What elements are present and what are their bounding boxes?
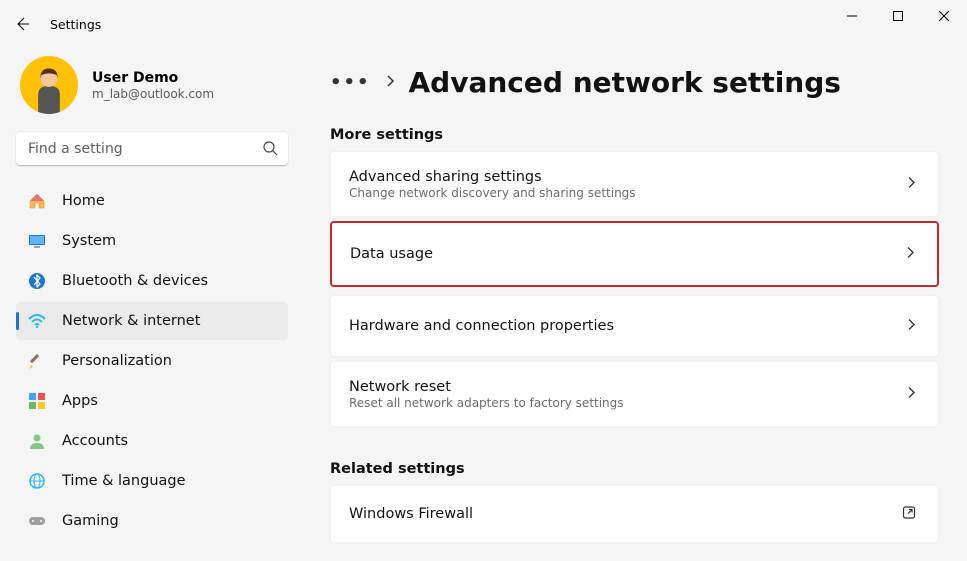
sidebar-item-bluetooth[interactable]: Bluetooth & devices	[16, 262, 288, 300]
sidebar-item-label: Gaming	[62, 513, 119, 529]
sidebar-item-home[interactable]: Home	[16, 182, 288, 220]
maximize-icon	[893, 11, 903, 21]
sidebar-item-gaming[interactable]: Gaming	[16, 502, 288, 540]
breadcrumb-parent[interactable]: •••	[330, 72, 371, 93]
main-panel: ••• Advanced network settings More setti…	[300, 48, 967, 561]
chevron-right-icon	[905, 245, 915, 264]
profile-email: m_lab@outlook.com	[92, 87, 214, 101]
back-button[interactable]	[0, 2, 44, 46]
page-title: Advanced network settings	[409, 66, 841, 99]
personalization-icon	[28, 352, 46, 370]
close-icon	[939, 11, 949, 21]
search-box	[16, 132, 288, 166]
card-title: Hardware and connection properties	[349, 318, 614, 334]
home-icon	[28, 192, 46, 210]
system-icon	[28, 232, 46, 250]
card-hardware-properties[interactable]: Hardware and connection properties	[330, 295, 939, 357]
card-network-reset[interactable]: Network reset Reset all network adapters…	[330, 361, 939, 427]
sidebar-item-system[interactable]: System	[16, 222, 288, 260]
sidebar-item-accounts[interactable]: Accounts	[16, 422, 288, 460]
bluetooth-icon	[28, 272, 46, 290]
sidebar-item-label: Personalization	[62, 353, 172, 369]
section-more-settings: More settings	[330, 127, 939, 143]
sidebar-item-label: Home	[62, 193, 105, 209]
sidebar-item-label: Bluetooth & devices	[62, 273, 208, 289]
maximize-button[interactable]	[875, 0, 921, 32]
open-external-icon	[902, 505, 916, 524]
apps-icon	[28, 392, 46, 410]
sidebar-item-label: Apps	[62, 393, 98, 409]
gaming-icon	[28, 512, 46, 530]
search-icon	[262, 140, 278, 156]
chevron-right-icon	[906, 317, 916, 336]
sidebar-item-label: Time & language	[62, 473, 186, 489]
sidebar-item-apps[interactable]: Apps	[16, 382, 288, 420]
section-related-settings: Related settings	[330, 461, 939, 477]
card-title: Windows Firewall	[349, 506, 473, 522]
app-title: Settings	[50, 17, 101, 32]
content-root: User Demo m_lab@outlook.com Home System	[0, 48, 967, 561]
wifi-icon	[28, 312, 46, 330]
sidebar-item-label: System	[62, 233, 116, 249]
accounts-icon	[28, 432, 46, 450]
profile-text: User Demo m_lab@outlook.com	[92, 70, 214, 101]
card-subtitle: Reset all network adapters to factory se…	[349, 396, 624, 410]
minimize-icon	[847, 11, 857, 21]
profile-name: User Demo	[92, 70, 214, 86]
back-arrow-icon	[14, 16, 30, 32]
minimize-button[interactable]	[829, 0, 875, 32]
card-advanced-sharing[interactable]: Advanced sharing settings Change network…	[330, 151, 939, 217]
card-data-usage[interactable]: Data usage	[330, 221, 939, 287]
chevron-right-icon	[906, 175, 916, 194]
profile-block[interactable]: User Demo m_lab@outlook.com	[16, 56, 288, 114]
card-title: Network reset	[349, 379, 624, 395]
titlebar: Settings	[0, 0, 967, 48]
sidebar-item-personalization[interactable]: Personalization	[16, 342, 288, 380]
card-title: Data usage	[350, 246, 433, 262]
time-language-icon	[28, 472, 46, 490]
close-button[interactable]	[921, 0, 967, 32]
search-input[interactable]	[16, 132, 288, 166]
card-windows-firewall[interactable]: Windows Firewall	[330, 485, 939, 543]
window-controls	[829, 0, 967, 32]
card-subtitle: Change network discovery and sharing set…	[349, 186, 636, 200]
sidebar-item-time-language[interactable]: Time & language	[16, 462, 288, 500]
avatar-icon	[23, 62, 75, 114]
card-title: Advanced sharing settings	[349, 169, 636, 185]
sidebar: User Demo m_lab@outlook.com Home System	[0, 48, 300, 561]
chevron-right-icon	[906, 385, 916, 404]
avatar	[20, 56, 78, 114]
sidebar-item-label: Accounts	[62, 433, 128, 449]
breadcrumb: ••• Advanced network settings	[330, 66, 939, 99]
chevron-right-icon	[385, 73, 395, 92]
sidebar-item-label: Network & internet	[62, 313, 200, 329]
sidebar-item-network[interactable]: Network & internet	[16, 302, 288, 340]
